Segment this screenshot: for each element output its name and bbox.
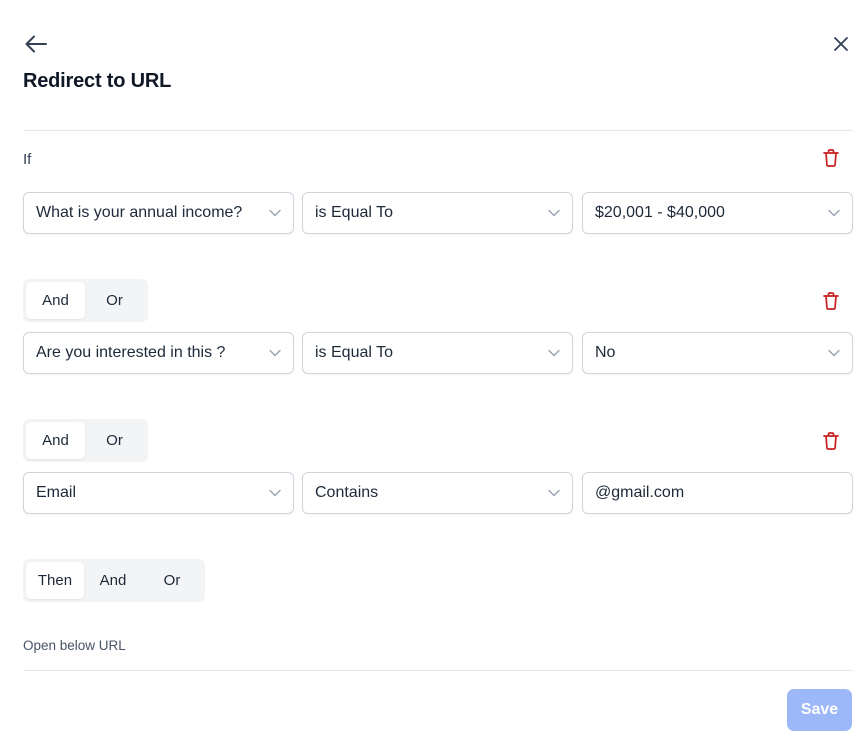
rule-2-field-value: Are you interested in this ? bbox=[36, 344, 226, 361]
connector-or-option[interactable]: Or bbox=[85, 422, 144, 459]
footer-divider bbox=[23, 670, 853, 671]
chevron-down-icon bbox=[269, 487, 281, 499]
connector-or-option[interactable]: Or bbox=[85, 282, 144, 319]
rule-1-field-value: What is your annual income? bbox=[36, 204, 243, 221]
rule-2-value-select[interactable]: No bbox=[582, 332, 853, 374]
delete-rule-3-button[interactable] bbox=[820, 429, 842, 453]
and-option[interactable]: And bbox=[84, 562, 142, 599]
rule-2-operator-select[interactable]: is Equal To bbox=[302, 332, 573, 374]
save-button[interactable]: Save bbox=[787, 689, 852, 731]
if-label: If bbox=[23, 151, 32, 168]
open-url-label: Open below URL bbox=[23, 638, 126, 653]
rule-3-connector-toggle: And Or bbox=[23, 419, 148, 462]
rule-3-operator-value: Contains bbox=[315, 484, 379, 501]
rule-1-value: $20,001 - $40,000 bbox=[595, 204, 725, 221]
delete-rule-2-button[interactable] bbox=[820, 289, 842, 313]
then-connector-toggle: Then And Or bbox=[23, 559, 205, 602]
rule-1-value-select[interactable]: $20,001 - $40,000 bbox=[582, 192, 853, 234]
chevron-down-icon bbox=[548, 487, 560, 499]
header-divider bbox=[23, 130, 853, 131]
trash-icon bbox=[823, 292, 839, 310]
page-title: Redirect to URL bbox=[23, 70, 172, 92]
chevron-down-icon bbox=[269, 207, 281, 219]
rule-1-operator-value: is Equal To bbox=[315, 204, 393, 221]
rule-3-field-value: Email bbox=[36, 484, 77, 501]
connector-and-option[interactable]: And bbox=[26, 282, 85, 319]
rule-2-operator-value: is Equal To bbox=[315, 344, 393, 361]
rule-3-field-select[interactable]: Email bbox=[23, 472, 294, 514]
chevron-down-icon bbox=[269, 347, 281, 359]
rule-1-operator-select[interactable]: is Equal To bbox=[302, 192, 573, 234]
chevron-down-icon bbox=[828, 347, 840, 359]
rule-3-operator-select[interactable]: Contains bbox=[302, 472, 573, 514]
chevron-down-icon bbox=[828, 207, 840, 219]
arrow-left-icon bbox=[25, 35, 47, 53]
then-option[interactable]: Then bbox=[26, 562, 84, 599]
rule-2-connector-toggle: And Or bbox=[23, 279, 148, 322]
close-icon bbox=[834, 37, 848, 51]
chevron-down-icon bbox=[548, 347, 560, 359]
rule-1-field-select[interactable]: What is your annual income? bbox=[23, 192, 294, 234]
rule-3-value-input[interactable]: @gmail.com bbox=[582, 472, 853, 514]
or-option[interactable]: Or bbox=[142, 562, 202, 599]
rule-2-value: No bbox=[595, 344, 616, 361]
connector-and-option[interactable]: And bbox=[26, 422, 85, 459]
chevron-down-icon bbox=[548, 207, 560, 219]
trash-icon bbox=[823, 149, 839, 167]
rule-3-value: @gmail.com bbox=[595, 484, 685, 501]
delete-rule-1-button[interactable] bbox=[820, 146, 842, 170]
close-button[interactable] bbox=[830, 33, 852, 55]
rule-2-field-select[interactable]: Are you interested in this ? bbox=[23, 332, 294, 374]
back-button[interactable] bbox=[23, 32, 49, 56]
trash-icon bbox=[823, 432, 839, 450]
